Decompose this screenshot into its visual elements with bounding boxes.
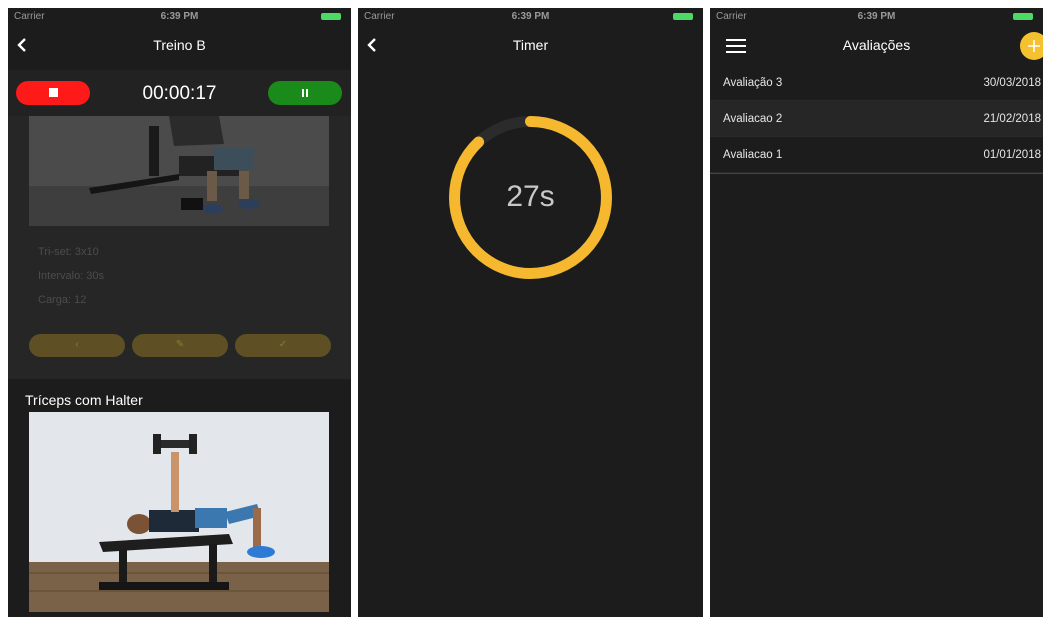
exercise-image: [29, 116, 329, 226]
exercise-title: Tríceps com Halter: [25, 392, 143, 408]
previous-button[interactable]: ‹: [29, 334, 125, 357]
nav-bar: Avaliações: [710, 25, 1043, 65]
assessment-name: Avaliacao 1: [723, 149, 783, 161]
page-title: Treino B: [153, 37, 206, 53]
pause-button[interactable]: [268, 81, 342, 105]
nav-bar: Timer: [358, 25, 703, 65]
list-item[interactable]: Avaliacao 2 21/02/2018: [710, 101, 1043, 137]
assessment-name: Avaliacao 2: [723, 113, 783, 125]
list-divider: [710, 173, 1043, 174]
load-info: Carga: 12: [38, 294, 87, 306]
remaining-seconds: 27s: [506, 180, 555, 213]
edit-button[interactable]: ✎: [132, 334, 228, 357]
page-title: Timer: [512, 37, 549, 53]
assessment-date: 21/02/2018: [983, 113, 1041, 125]
assessment-date: 30/03/2018: [983, 77, 1041, 89]
list-item[interactable]: Avaliacao 1 01/01/2018: [710, 137, 1043, 173]
status-bar: Carrier 6:39 PM: [8, 8, 351, 25]
status-time: 6:39 PM: [857, 11, 896, 22]
assessments-screen: Carrier 6:39 PM Avaliações Avaliação 3 3…: [710, 8, 1043, 617]
done-button[interactable]: ✓: [235, 334, 331, 357]
list-item[interactable]: Avaliação 3 30/03/2018: [710, 65, 1043, 101]
status-bar: Carrier 6:39 PM: [710, 8, 1043, 25]
add-assessment-button[interactable]: [1020, 32, 1043, 60]
page-title: Avaliações: [842, 37, 911, 53]
battery-icon: [673, 13, 693, 20]
status-time: 6:39 PM: [160, 11, 199, 22]
nav-bar: Treino B: [8, 25, 351, 65]
set-info: Tri-set: 3x10: [38, 246, 99, 258]
current-exercise-card: Tri-set: 3x10 Intervalo: 30s Carga: 12 ‹…: [8, 116, 351, 379]
assessment-list: Avaliação 3 30/03/2018 Avaliacao 2 21/02…: [710, 65, 1043, 174]
assessment-date: 01/01/2018: [983, 149, 1041, 161]
workout-timer-bar: 00:00:17: [8, 70, 351, 116]
timer-screen: Carrier 6:39 PM Timer 27s: [358, 8, 703, 617]
battery-icon: [321, 13, 341, 20]
assessment-name: Avaliação 3: [723, 77, 783, 89]
interval-info: Intervalo: 30s: [38, 270, 105, 282]
battery-icon: [1013, 13, 1033, 20]
workout-screen: Carrier 6:39 PM Treino B 00:00:17 Tri-se…: [8, 8, 351, 617]
exercise-image: [29, 412, 329, 612]
status-bar: Carrier 6:39 PM: [358, 8, 703, 25]
plus-icon: [1028, 40, 1040, 52]
pause-icon: [302, 89, 304, 97]
status-time: 6:39 PM: [511, 11, 550, 22]
